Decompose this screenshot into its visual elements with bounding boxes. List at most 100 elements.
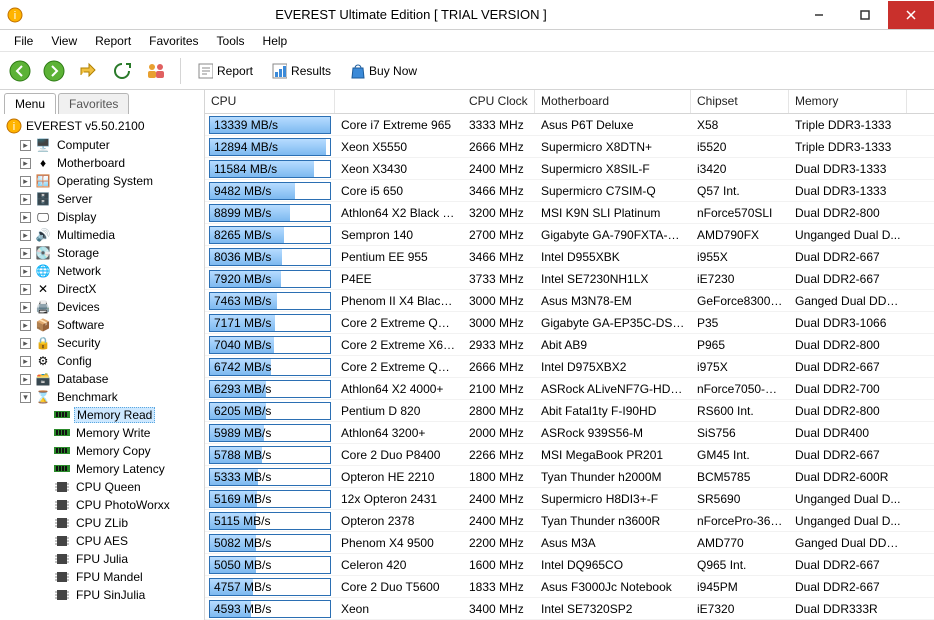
expand-icon[interactable]: ▸ [20,230,31,241]
up-button[interactable] [74,57,102,85]
tab-favorites[interactable]: Favorites [58,93,129,114]
table-row[interactable]: 7171 MB/sCore 2 Extreme QX96...3000 MHzG… [205,312,934,334]
table-row[interactable]: 5169 MB/s12x Opteron 24312400 MHzSupermi… [205,488,934,510]
table-row[interactable]: 6205 MB/sPentium D 8202800 MHzAbit Fatal… [205,400,934,422]
expand-icon[interactable]: ▸ [20,140,31,151]
table-row[interactable]: 7463 MB/sPhenom II X4 Black 9...3000 MHz… [205,290,934,312]
tree-item-cpu-photoworxx[interactable]: CPU PhotoWorxx [52,496,204,514]
results-button[interactable]: Results [265,63,337,79]
tree-item-database[interactable]: ▸🗃️Database [18,370,204,388]
tree-item-memory-read[interactable]: Memory Read [52,406,204,424]
cell-cpu: Athlon64 3200+ [335,426,463,440]
tree-item-memory-write[interactable]: Memory Write [52,424,204,442]
expand-icon[interactable]: ▸ [20,338,31,349]
table-row[interactable]: 7920 MB/sP4EE3733 MHzIntel SE7230NH1LXiE… [205,268,934,290]
cell-motherboard: Gigabyte GA-790FXTA-UD5 [535,228,691,242]
benchmark-bar: 5115 MB/s [209,512,331,530]
table-row[interactable]: 11584 MB/sXeon X34302400 MHzSupermicro X… [205,158,934,180]
minimize-button[interactable] [796,1,842,29]
menu-file[interactable]: File [6,32,41,50]
table-row[interactable]: 7040 MB/sCore 2 Extreme X68002933 MHzAbi… [205,334,934,356]
tree-item-fpu-sinjulia[interactable]: FPU SinJulia [52,586,204,604]
back-button[interactable] [6,57,34,85]
table-row[interactable]: 5115 MB/sOpteron 23782400 MHzTyan Thunde… [205,510,934,532]
menu-favorites[interactable]: Favorites [141,32,206,50]
tree-item-devices[interactable]: ▸🖨️Devices [18,298,204,316]
cell-clock: 3000 MHz [463,316,535,330]
table-row[interactable]: 5989 MB/sAthlon64 3200+2000 MHzASRock 93… [205,422,934,444]
table-row[interactable]: 4757 MB/sCore 2 Duo T56001833 MHzAsus F3… [205,576,934,598]
cell-motherboard: Asus M3A [535,536,691,550]
expand-icon[interactable]: ▸ [20,248,31,259]
report-button[interactable]: Report [191,63,259,79]
cell-motherboard: Abit Fatal1ty F-I90HD [535,404,691,418]
table-row[interactable]: 12894 MB/sXeon X55502666 MHzSupermicro X… [205,136,934,158]
users-button[interactable] [142,57,170,85]
table-row[interactable]: 6742 MB/sCore 2 Extreme QX67...2666 MHzI… [205,356,934,378]
expand-icon[interactable]: ▸ [20,176,31,187]
tree-root[interactable]: i EVEREST v5.50.2100 [2,116,204,136]
table-row[interactable]: 5788 MB/sCore 2 Duo P84002266 MHzMSI Meg… [205,444,934,466]
tree-item-memory-copy[interactable]: Memory Copy [52,442,204,460]
tree-item-cpu-queen[interactable]: CPU Queen [52,478,204,496]
col-memory[interactable]: Memory [789,90,907,113]
table-row[interactable]: 5050 MB/sCeleron 4201600 MHzIntel DQ965C… [205,554,934,576]
table-row[interactable]: 8265 MB/sSempron 1402700 MHzGigabyte GA-… [205,224,934,246]
col-chipset[interactable]: Chipset [691,90,789,113]
tree-item-memory-latency[interactable]: Memory Latency [52,460,204,478]
tree-item-software[interactable]: ▸📦Software [18,316,204,334]
tree-item-multimedia[interactable]: ▸🔊Multimedia [18,226,204,244]
col-clock[interactable]: CPU Clock [463,90,535,113]
table-row[interactable]: 8036 MB/sPentium EE 9553466 MHzIntel D95… [205,246,934,268]
tab-menu[interactable]: Menu [4,93,56,114]
expand-icon[interactable]: ▸ [20,374,31,385]
expand-icon[interactable]: ▸ [20,212,31,223]
table-row[interactable]: 6293 MB/sAthlon64 X2 4000+2100 MHzASRock… [205,378,934,400]
tree-item-benchmark[interactable]: ▾⌛Benchmark [18,388,204,406]
buy-now-button[interactable]: Buy Now [343,63,423,79]
forward-button[interactable] [40,57,68,85]
refresh-button[interactable] [108,57,136,85]
tree-item-fpu-mandel[interactable]: FPU Mandel [52,568,204,586]
tree-item-label: Display [55,210,98,224]
menu-view[interactable]: View [43,32,85,50]
expand-icon[interactable]: ▸ [20,194,31,205]
tree-item-security[interactable]: ▸🔒Security [18,334,204,352]
table-row[interactable]: 13339 MB/sCore i7 Extreme 9653333 MHzAsu… [205,114,934,136]
tree-item-directx[interactable]: ▸✕DirectX [18,280,204,298]
tree-item-computer[interactable]: ▸🖥️Computer [18,136,204,154]
tree-item-fpu-julia[interactable]: FPU Julia [52,550,204,568]
menu-help[interactable]: Help [255,32,296,50]
cell-clock: 3000 MHz [463,294,535,308]
tree-item-network[interactable]: ▸🌐Network [18,262,204,280]
maximize-button[interactable] [842,1,888,29]
menu-report[interactable]: Report [87,32,139,50]
table-row[interactable]: 9482 MB/sCore i5 6503466 MHzSupermicro C… [205,180,934,202]
expand-icon[interactable]: ▸ [20,356,31,367]
table-row[interactable]: 5082 MB/sPhenom X4 95002200 MHzAsus M3AA… [205,532,934,554]
table-row[interactable]: 8899 MB/sAthlon64 X2 Black 64...3200 MHz… [205,202,934,224]
tree-item-server[interactable]: ▸🗄️Server [18,190,204,208]
collapse-icon[interactable]: ▾ [20,392,31,403]
table-row[interactable]: 5333 MB/sOpteron HE 22101800 MHzTyan Thu… [205,466,934,488]
expand-icon[interactable]: ▸ [20,320,31,331]
tree-item-cpu-zlib[interactable]: CPU ZLib [52,514,204,532]
close-button[interactable] [888,1,934,29]
tree-item-label: Config [55,354,94,368]
tree-item-storage[interactable]: ▸💽Storage [18,244,204,262]
col-cpu[interactable]: CPU [205,90,335,113]
expand-icon[interactable]: ▸ [20,302,31,313]
table-row[interactable]: 4593 MB/sXeon3400 MHzIntel SE7320SP2iE73… [205,598,934,620]
tree-view[interactable]: i EVEREST v5.50.2100 ▸🖥️Computer▸♦Mother… [0,114,204,620]
expand-icon[interactable]: ▸ [20,284,31,295]
expand-icon[interactable]: ▸ [20,158,31,169]
menu-tools[interactable]: Tools [209,32,253,50]
expand-icon[interactable]: ▸ [20,266,31,277]
tree-item-cpu-aes[interactable]: CPU AES [52,532,204,550]
tree-item-config[interactable]: ▸⚙Config [18,352,204,370]
grid-body[interactable]: 13339 MB/sCore i7 Extreme 9653333 MHzAsu… [205,114,934,620]
tree-item-motherboard[interactable]: ▸♦Motherboard [18,154,204,172]
col-motherboard[interactable]: Motherboard [535,90,691,113]
tree-item-operating-system[interactable]: ▸🪟Operating System [18,172,204,190]
tree-item-display[interactable]: ▸🖵Display [18,208,204,226]
